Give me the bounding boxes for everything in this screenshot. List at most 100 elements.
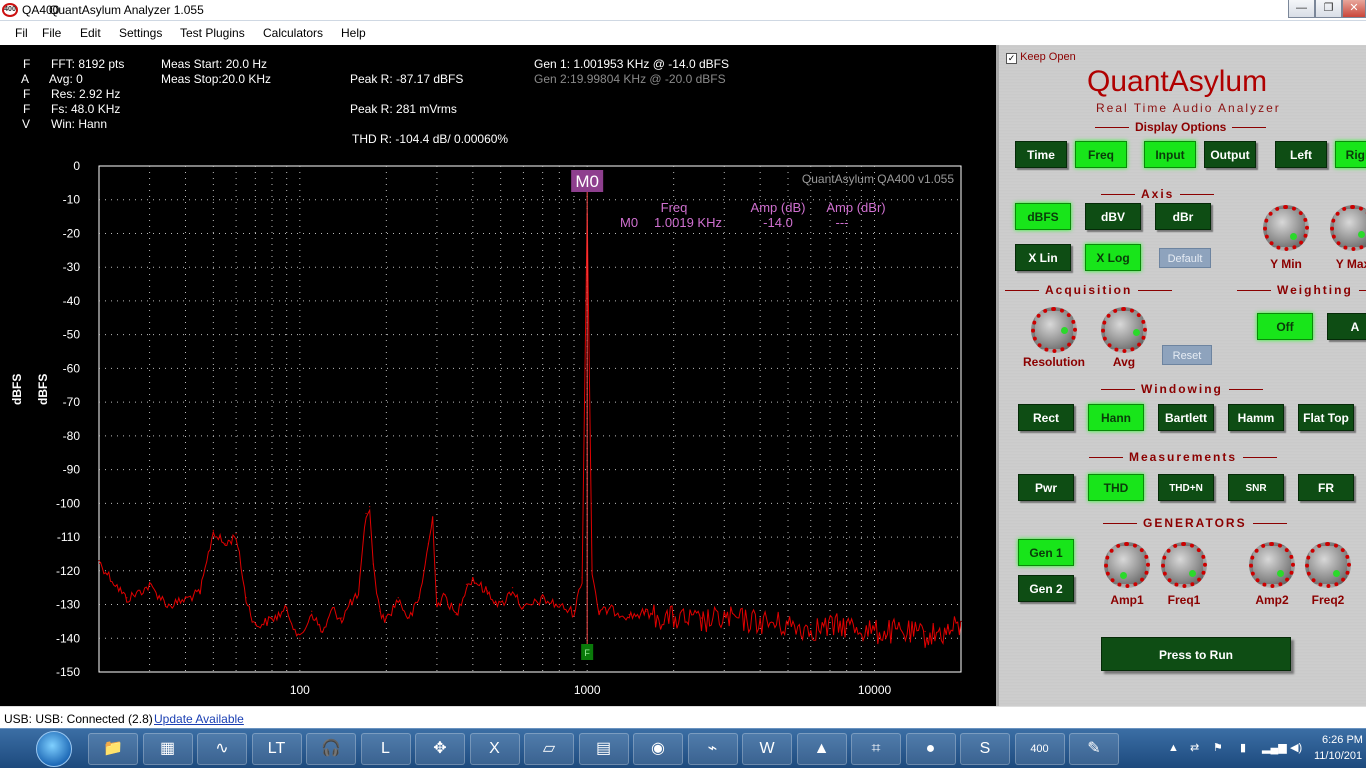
knob-indicator: [1061, 327, 1068, 334]
knob-indicator: [1358, 231, 1365, 238]
thd-button[interactable]: THD: [1088, 474, 1144, 501]
clock-time[interactable]: 6:26 PM: [1322, 734, 1363, 746]
menu-calculators[interactable]: Calculators: [263, 26, 323, 40]
x-lin-button[interactable]: X Lin: [1015, 244, 1071, 271]
skype-icon[interactable]: S: [960, 733, 1010, 765]
chrome-icon[interactable]: ◉: [633, 733, 683, 765]
ymax-knob[interactable]: [1330, 205, 1366, 251]
tray-network-icon[interactable]: ⇄: [1190, 741, 1199, 754]
y-axis-ticks: 0 -10 -20 -30 -40 -50 -60 -70 -80 -90 -100 -110 -120…: [56, 159, 80, 679]
hann-button[interactable]: Hann: [1088, 404, 1144, 431]
ymin-knob[interactable]: [1263, 205, 1309, 251]
data-point: [254, 624, 256, 626]
dbfs-button[interactable]: dBFS: [1015, 203, 1071, 230]
data-point: [500, 603, 502, 606]
rect-button[interactable]: Rect: [1018, 404, 1074, 431]
resolution-knob[interactable]: [1031, 307, 1077, 353]
amp2-knob[interactable]: [1249, 542, 1295, 588]
y-tick-label: -20: [63, 226, 81, 240]
hamm-button[interactable]: Hamm: [1228, 404, 1284, 431]
y-tick-label: -60: [63, 361, 81, 375]
menu-settings[interactable]: Settings: [119, 26, 162, 40]
reset-button[interactable]: Reset: [1162, 345, 1212, 365]
restore-button[interactable]: ❐: [1315, 0, 1342, 18]
folder-icon[interactable]: 📁: [88, 733, 138, 765]
app-icon: 400: [2, 3, 18, 17]
default-button[interactable]: Default: [1159, 248, 1211, 268]
word-icon[interactable]: W: [742, 733, 792, 765]
freq2-knob[interactable]: [1305, 542, 1351, 588]
thd-n-button[interactable]: THD+N: [1158, 474, 1214, 501]
data-point: [542, 597, 544, 599]
dbv-button[interactable]: dBV: [1085, 203, 1141, 230]
data-point: [723, 614, 725, 616]
palette-icon[interactable]: ✎: [1069, 733, 1119, 765]
input-button[interactable]: Input: [1144, 141, 1196, 168]
minimize-button[interactable]: —: [1288, 0, 1315, 18]
close-button[interactable]: ✕: [1342, 0, 1366, 18]
tray-battery-icon[interactable]: ▮: [1240, 741, 1246, 754]
weight-off-button[interactable]: Off: [1257, 313, 1313, 340]
marker-tag-label: F: [584, 648, 590, 658]
axis-heading: Axis: [1095, 187, 1220, 201]
freq-button[interactable]: Freq: [1075, 141, 1127, 168]
knob-indicator: [1333, 570, 1340, 577]
gen1-button[interactable]: Gen 1: [1018, 539, 1074, 566]
spectrum-chart[interactable]: 0 -10 -20 -30 -40 -50 -60 -70 -80 -90 -100 -110 -120…: [0, 45, 996, 706]
clipboard-icon[interactable]: ▱: [524, 733, 574, 765]
data-point: [573, 610, 575, 612]
pwr-button[interactable]: Pwr: [1018, 474, 1074, 501]
tray-signal-icon[interactable]: ▂▄▆: [1262, 741, 1287, 754]
x-log-button[interactable]: X Log: [1085, 244, 1141, 271]
fr-button[interactable]: FR: [1298, 474, 1354, 501]
dbr-button[interactable]: dBr: [1155, 203, 1211, 230]
time-button[interactable]: Time: [1015, 141, 1067, 168]
acrobat-icon[interactable]: ⌁: [687, 733, 738, 765]
keep-open-label: Keep Open: [1020, 51, 1076, 63]
keep-open-toggle[interactable]: ✓ Keep Open: [1006, 51, 1076, 64]
excel-icon[interactable]: X: [469, 733, 520, 765]
snr-button[interactable]: SNR: [1228, 474, 1284, 501]
right-button[interactable]: Right: [1335, 141, 1366, 168]
lt-icon[interactable]: LT: [251, 733, 302, 765]
audio-icon[interactable]: 🎧: [306, 733, 356, 765]
calc-icon[interactable]: ▤: [578, 733, 629, 765]
avg-knob[interactable]: [1101, 307, 1147, 353]
qa-meter-icon[interactable]: ▦: [142, 733, 193, 765]
data-point: [947, 627, 949, 629]
y-tick-label: -110: [57, 530, 80, 544]
data-point: [349, 600, 352, 602]
data-point: [673, 614, 675, 616]
clock-date[interactable]: 11/10/201: [1314, 750, 1362, 762]
qa400-icon[interactable]: 400: [1014, 733, 1065, 765]
menu-file[interactable]: File: [42, 26, 61, 40]
menu-help[interactable]: Help: [341, 26, 366, 40]
freq1-knob[interactable]: [1161, 542, 1207, 588]
fox-icon[interactable]: ▲: [796, 733, 847, 765]
left-button[interactable]: Left: [1275, 141, 1327, 168]
start-button[interactable]: [36, 731, 72, 767]
data-point: [472, 576, 474, 579]
tray-flag-icon[interactable]: ⚑: [1213, 741, 1223, 754]
tray-arrow-icon[interactable]: ▲: [1168, 742, 1179, 754]
scope-icon[interactable]: ∿: [197, 733, 247, 765]
flat-top-button[interactable]: Flat Top: [1298, 404, 1354, 431]
select-icon[interactable]: ✥: [415, 733, 465, 765]
menu-test-plugins[interactable]: Test Plugins: [180, 26, 245, 40]
update-available-link[interactable]: Update Available: [154, 712, 244, 726]
paint-icon[interactable]: ●: [905, 733, 956, 765]
tray-volume-icon[interactable]: ◀): [1290, 741, 1302, 754]
l-icon[interactable]: L: [360, 733, 411, 765]
data-point: [960, 620, 962, 623]
menu-fil[interactable]: Fil: [15, 26, 28, 40]
frame-icon[interactable]: ⌗: [851, 733, 901, 765]
bartlett-button[interactable]: Bartlett: [1158, 404, 1214, 431]
output-button[interactable]: Output: [1204, 141, 1256, 168]
gen2-button[interactable]: Gen 2: [1018, 575, 1074, 602]
amp1-knob[interactable]: [1104, 542, 1150, 588]
menu-edit[interactable]: Edit: [80, 26, 101, 40]
weight-a-button[interactable]: A: [1327, 313, 1366, 340]
press-to-run-button[interactable]: Press to Run: [1101, 637, 1291, 671]
checkbox-icon[interactable]: ✓: [1006, 53, 1017, 64]
data-point: [148, 583, 151, 585]
